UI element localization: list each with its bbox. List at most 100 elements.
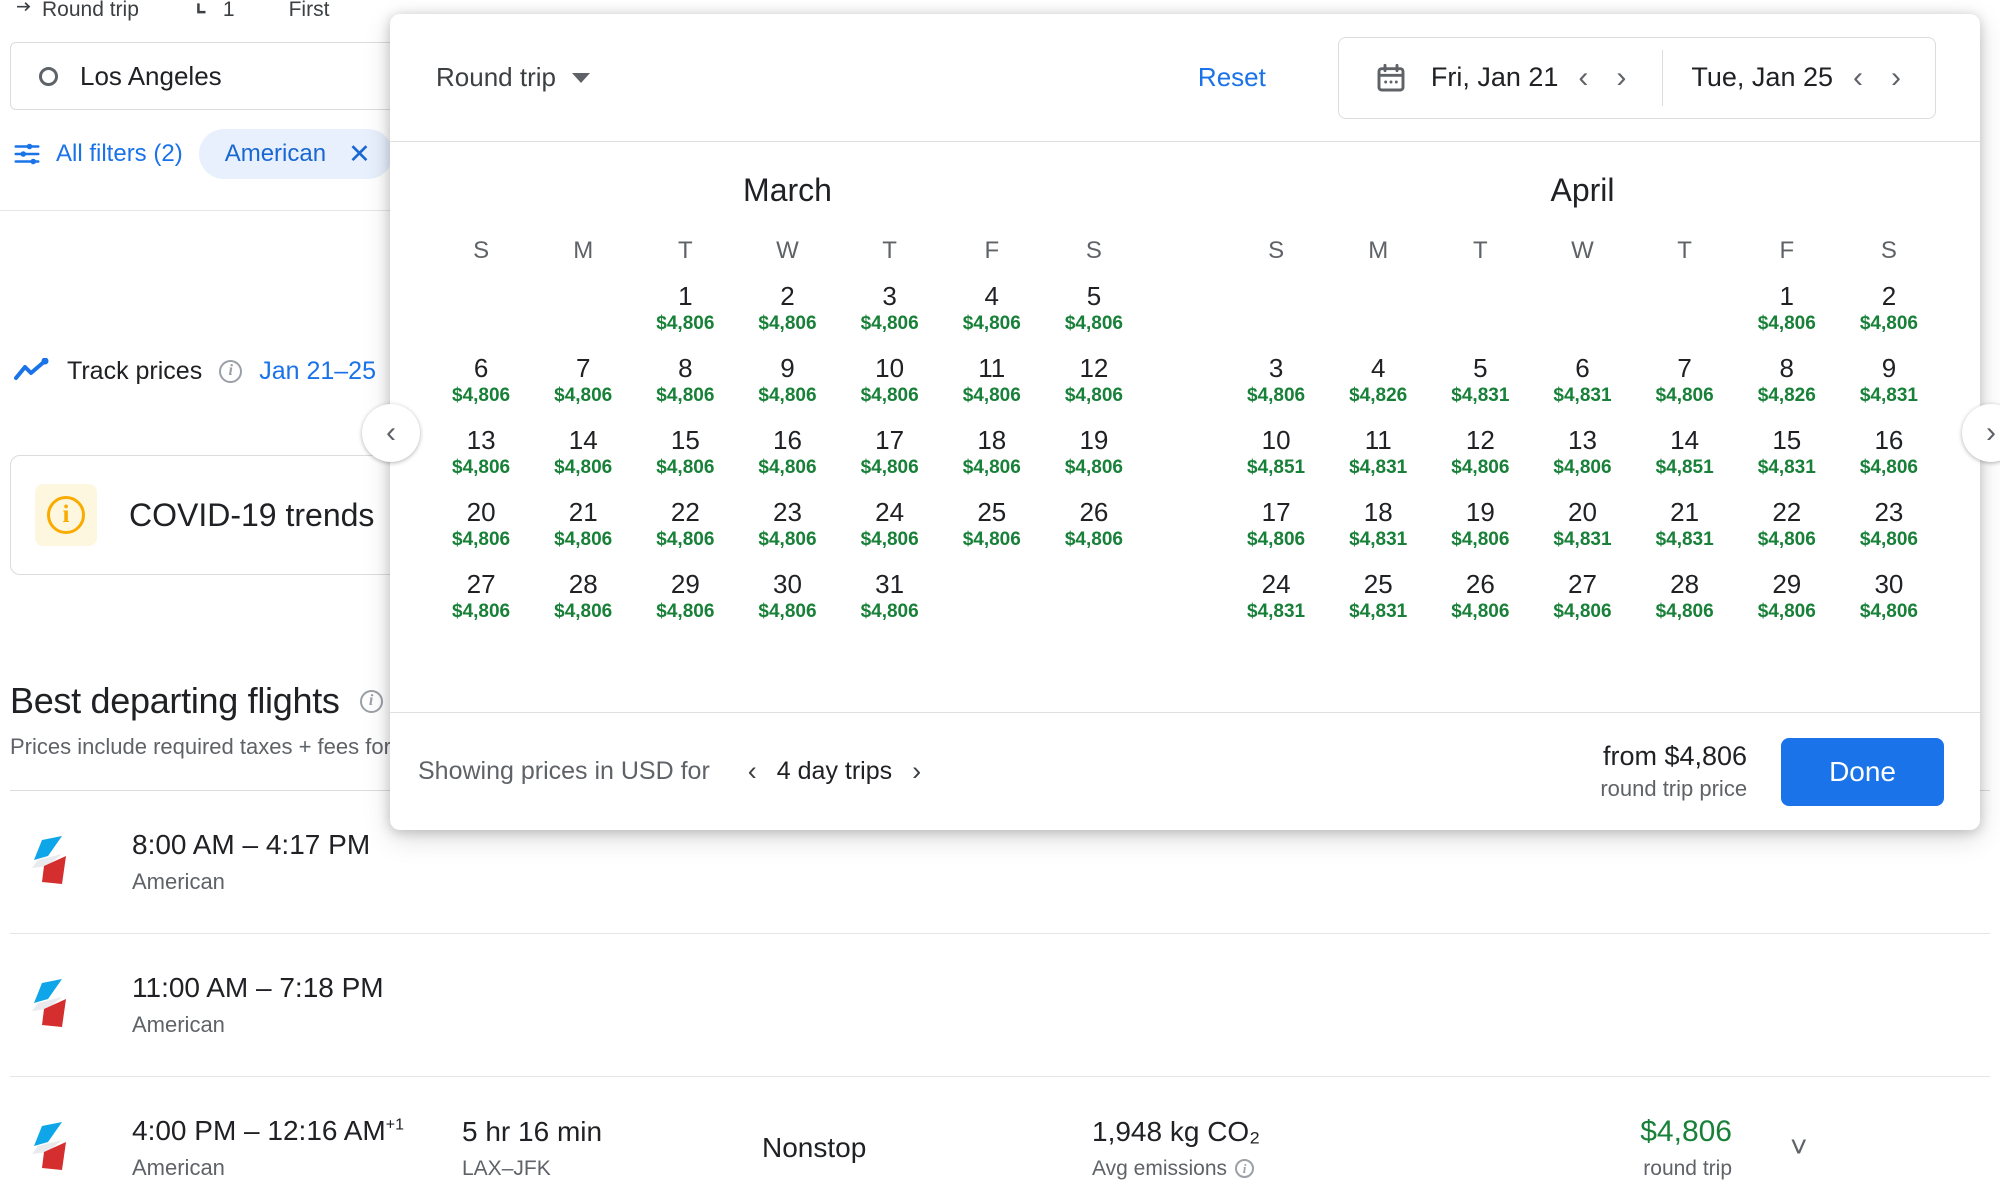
calendar-day-cell[interactable]: 10 $4,851: [1225, 426, 1327, 499]
weekday-label: F: [1779, 237, 1795, 264]
calendar-day-cell[interactable]: 11 $4,831: [1327, 425, 1429, 499]
calendar-day-cell[interactable]: 24 $4,831: [1225, 570, 1327, 643]
calendar-day-cell[interactable]: 5 $4,806: [1043, 282, 1145, 355]
calendar-day-cell[interactable]: 18 $4,831: [1327, 498, 1429, 571]
info-icon[interactable]: i: [219, 359, 243, 383]
calendar-day-cell[interactable]: 30 $4,806: [736, 570, 838, 643]
calendar-day-price: $4,851: [1655, 457, 1714, 479]
close-icon[interactable]: ✕: [348, 140, 371, 168]
calendar-day-cell[interactable]: 6 $4,831: [1531, 354, 1633, 427]
calendar-day-cell[interactable]: 7 $4,806: [1634, 354, 1736, 427]
calendar-day-cell[interactable]: 17 $4,806: [839, 426, 941, 499]
calendar-day-cell[interactable]: 22 $4,806: [634, 498, 736, 571]
calendar-day-cell[interactable]: 19 $4,806: [1043, 426, 1145, 499]
dialog-trip-type-selector[interactable]: Round trip: [436, 62, 590, 93]
return-next-button[interactable]: ›: [1877, 62, 1915, 93]
calendar-day-cell[interactable]: 20 $4,806: [430, 498, 532, 571]
all-filters-button[interactable]: All filters (2): [12, 139, 183, 169]
calendar-prev-button[interactable]: ‹: [362, 404, 420, 462]
track-prices-dates[interactable]: Jan 21–25: [259, 357, 376, 386]
calendar-day-cell[interactable]: 2 $4,806: [1838, 282, 1940, 355]
trip-length-next-button[interactable]: ›: [896, 756, 937, 787]
calendar-day-cell[interactable]: 28 $4,806: [532, 570, 634, 643]
calendar-day-cell[interactable]: 3 $4,806: [1225, 354, 1327, 427]
calendar-day-price: $4,806: [554, 529, 613, 551]
calendar-day-cell[interactable]: 17 $4,806: [1225, 498, 1327, 571]
table-row[interactable]: 4:00 PM – 12:16 AM+1 American 5 hr 16 mi…: [10, 1076, 1990, 1202]
calendar-day-cell[interactable]: 25 $4,806: [941, 498, 1043, 571]
calendar-day-cell[interactable]: 12 $4,806: [1429, 426, 1531, 499]
calendar-day-cell[interactable]: 26 $4,806: [1429, 570, 1531, 643]
calendar-day-cell[interactable]: 13 $4,806: [1531, 426, 1633, 499]
calendar-day-cell[interactable]: 5 $4,831: [1429, 354, 1531, 427]
calendar-day-cell[interactable]: 16 $4,806: [1838, 426, 1940, 499]
calendar-day-cell[interactable]: 4 $4,826: [1327, 354, 1429, 427]
calendar-day-cell[interactable]: 22 $4,806: [1736, 498, 1838, 571]
calendar-day-number: 28: [1670, 569, 1700, 599]
reset-button[interactable]: Reset: [1198, 62, 1266, 93]
calendar-day-number: 2: [780, 281, 795, 311]
departure-date-field[interactable]: Fri, Jan 21: [1369, 61, 1565, 95]
calendar-day-cell[interactable]: 24 $4,806: [839, 498, 941, 571]
trip-length-prev-button[interactable]: ‹: [732, 756, 773, 787]
calendar-day-cell[interactable]: 20 $4,831: [1531, 498, 1633, 571]
calendar-day-cell[interactable]: 27 $4,806: [430, 570, 532, 643]
calendar-day-cell[interactable]: 19 $4,806: [1429, 498, 1531, 571]
calendar-day-cell[interactable]: 4 $4,806: [941, 281, 1043, 355]
calendar-day-cell[interactable]: 15 $4,831: [1736, 426, 1838, 499]
calendar-day-cell[interactable]: 1 $4,806: [1736, 282, 1838, 355]
calendar-day-cell[interactable]: 14 $4,806: [532, 426, 634, 499]
calendar-day-number: 4: [984, 281, 999, 311]
table-row[interactable]: 11:00 AM – 7:18 PM American: [10, 933, 1990, 1076]
calendar-day-cell[interactable]: 7 $4,806: [532, 354, 634, 427]
flight-carrier: American: [132, 1155, 225, 1180]
info-icon[interactable]: i: [359, 689, 383, 713]
return-prev-button[interactable]: ‹: [1839, 62, 1877, 93]
calendar-day-cell[interactable]: 6 $4,806: [430, 354, 532, 427]
calendar-day-cell[interactable]: 21 $4,806: [532, 498, 634, 571]
calendar-day-cell[interactable]: 29 $4,806: [634, 570, 736, 643]
calendar-day-cell[interactable]: 23 $4,806: [1838, 498, 1940, 571]
calendar-day-cell[interactable]: 13 $4,806: [430, 426, 532, 499]
calendar-day-cell[interactable]: 18 $4,806: [941, 426, 1043, 499]
calendar-week-row: 24 $4,831 25 $4,831 26 $4,806 27 $4,806 28 $4,806…: [1185, 569, 1980, 643]
calendar-day-cell[interactable]: 31 $4,806: [839, 570, 941, 643]
calendar-day-cell[interactable]: 30 $4,806: [1838, 570, 1940, 643]
calendar-day-cell[interactable]: 23 $4,806: [736, 498, 838, 571]
departure-prev-button[interactable]: ‹: [1564, 62, 1602, 93]
calendar-day-cell[interactable]: 9 $4,806: [736, 353, 838, 427]
calendar-day-cell[interactable]: 27 $4,806: [1531, 570, 1633, 643]
return-date-field[interactable]: Tue, Jan 25: [1685, 62, 1839, 93]
calendar-day-cell[interactable]: 9 $4,831: [1838, 354, 1940, 427]
calendar-day-cell[interactable]: 11 $4,806: [941, 354, 1043, 427]
calendar-day-cell[interactable]: 26 $4,806: [1043, 498, 1145, 571]
info-icon[interactable]: i: [1235, 1159, 1255, 1178]
calendar-empty-cell: [1327, 283, 1429, 355]
calendar-day-cell[interactable]: 29 $4,806: [1736, 570, 1838, 643]
calendar-day-cell[interactable]: 10 $4,806: [839, 354, 941, 427]
chevron-down-icon[interactable]: ˅: [1790, 1131, 1808, 1165]
calendar-day-cell[interactable]: 8 $4,806: [634, 354, 736, 427]
calendar-day-cell[interactable]: 28 $4,806: [1634, 569, 1736, 643]
cabin-class-selector[interactable]: First: [289, 0, 330, 22]
calendar-day-cell[interactable]: 8 $4,826: [1736, 354, 1838, 427]
calendar-day-number: 11: [1364, 425, 1392, 455]
trip-type-selector[interactable]: Round trip: [12, 0, 139, 22]
calendar-day-cell[interactable]: 16 $4,806: [736, 426, 838, 499]
calendar-day-cell[interactable]: 3 $4,806: [839, 282, 941, 355]
calendar-day-price: $4,806: [962, 385, 1021, 407]
calendar-day-price: $4,806: [1757, 601, 1816, 623]
calendar-day-cell[interactable]: 25 $4,831: [1327, 570, 1429, 643]
filter-chip-label: American: [224, 140, 327, 167]
calendar-day-cell[interactable]: 14 $4,851: [1634, 426, 1736, 499]
departure-next-button[interactable]: ›: [1602, 62, 1640, 93]
passengers-selector[interactable]: 1: [193, 0, 235, 22]
calendar-day-cell[interactable]: 2 $4,806: [736, 281, 838, 355]
filter-chip-american[interactable]: American ✕: [198, 129, 393, 179]
calendar-day-number: 9: [780, 353, 795, 383]
calendar-day-cell[interactable]: 15 $4,806: [634, 426, 736, 499]
calendar-day-cell[interactable]: 21 $4,831: [1634, 498, 1736, 571]
done-button[interactable]: Done: [1781, 737, 1944, 806]
calendar-day-cell[interactable]: 12 $4,806: [1043, 354, 1145, 427]
calendar-day-cell[interactable]: 1 $4,806: [634, 282, 736, 355]
